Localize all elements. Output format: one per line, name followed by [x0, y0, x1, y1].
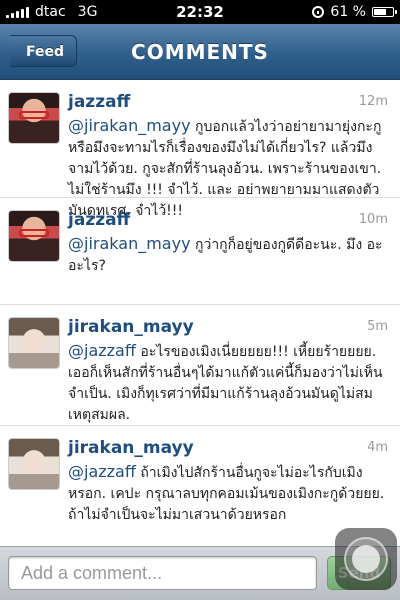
avatar[interactable] — [8, 92, 60, 144]
comment-mention[interactable]: @jirakan_mayy — [68, 116, 191, 135]
comment-mention[interactable]: @jirakan_mayy — [68, 234, 191, 253]
comment-item: jirakan_mayy 4m @jazzaff ถ้าเมิงไปสักร้า… — [0, 426, 400, 546]
network-type: 3G — [77, 4, 98, 20]
comment-time: 5m — [367, 319, 388, 334]
comment-time: 10m — [358, 212, 388, 227]
rotation-lock-icon — [312, 6, 325, 18]
avatar[interactable] — [8, 438, 60, 490]
comments-list[interactable]: jazzaff 12m @jirakan_mayy กูบอกแล้วไงว่า… — [0, 80, 400, 546]
comment-input[interactable]: Add a comment... — [8, 556, 317, 590]
comment-text: @jirakan_mayy กูว่ากูก็อยู่ของกูดีดีอะนะ… — [68, 233, 388, 277]
comment-time: 4m — [367, 440, 388, 455]
avatar[interactable] — [8, 210, 60, 262]
comment-username[interactable]: jazzaff — [68, 210, 130, 230]
comment-username[interactable]: jazzaff — [68, 92, 130, 112]
back-button[interactable]: Feed — [10, 35, 78, 67]
status-bar: dtac 3G 22:32 61 % — [0, 0, 400, 24]
comment-mention[interactable]: @jazzaff — [68, 341, 136, 360]
comment-username[interactable]: jirakan_mayy — [68, 438, 194, 458]
assistive-touch-button[interactable] — [335, 528, 397, 590]
comment-time: 12m — [358, 94, 388, 109]
battery-icon — [372, 7, 397, 17]
navigation-bar: Feed COMMENTS — [0, 24, 400, 80]
signal-strength-icon — [6, 6, 29, 18]
comment-item: jazzaff 10m @jirakan_mayy กูว่ากูก็อยู่ข… — [0, 198, 400, 305]
avatar[interactable] — [8, 317, 60, 369]
status-left: dtac 3G — [6, 0, 97, 24]
status-right: 61 % — [312, 0, 397, 24]
comment-item: jirakan_mayy 5m @jazzaff อะไรของเมิงเนี่… — [0, 305, 400, 426]
carrier-name: dtac — [35, 4, 66, 20]
comment-username[interactable]: jirakan_mayy — [68, 317, 194, 337]
comment-text: @jazzaff ถ้าเมิงไปสักร้านอื่นกูจะไม่อะไร… — [68, 461, 388, 526]
comment-text: @jazzaff อะไรของเมิงเนี่ยยยยย!!! เหี้ยยร… — [68, 340, 388, 426]
battery-percent: 61 % — [330, 4, 366, 20]
comment-item: jazzaff 12m @jirakan_mayy กูบอกแล้วไงว่า… — [0, 80, 400, 219]
back-button-label: Feed — [26, 44, 65, 60]
comment-mention[interactable]: @jazzaff — [68, 462, 136, 481]
